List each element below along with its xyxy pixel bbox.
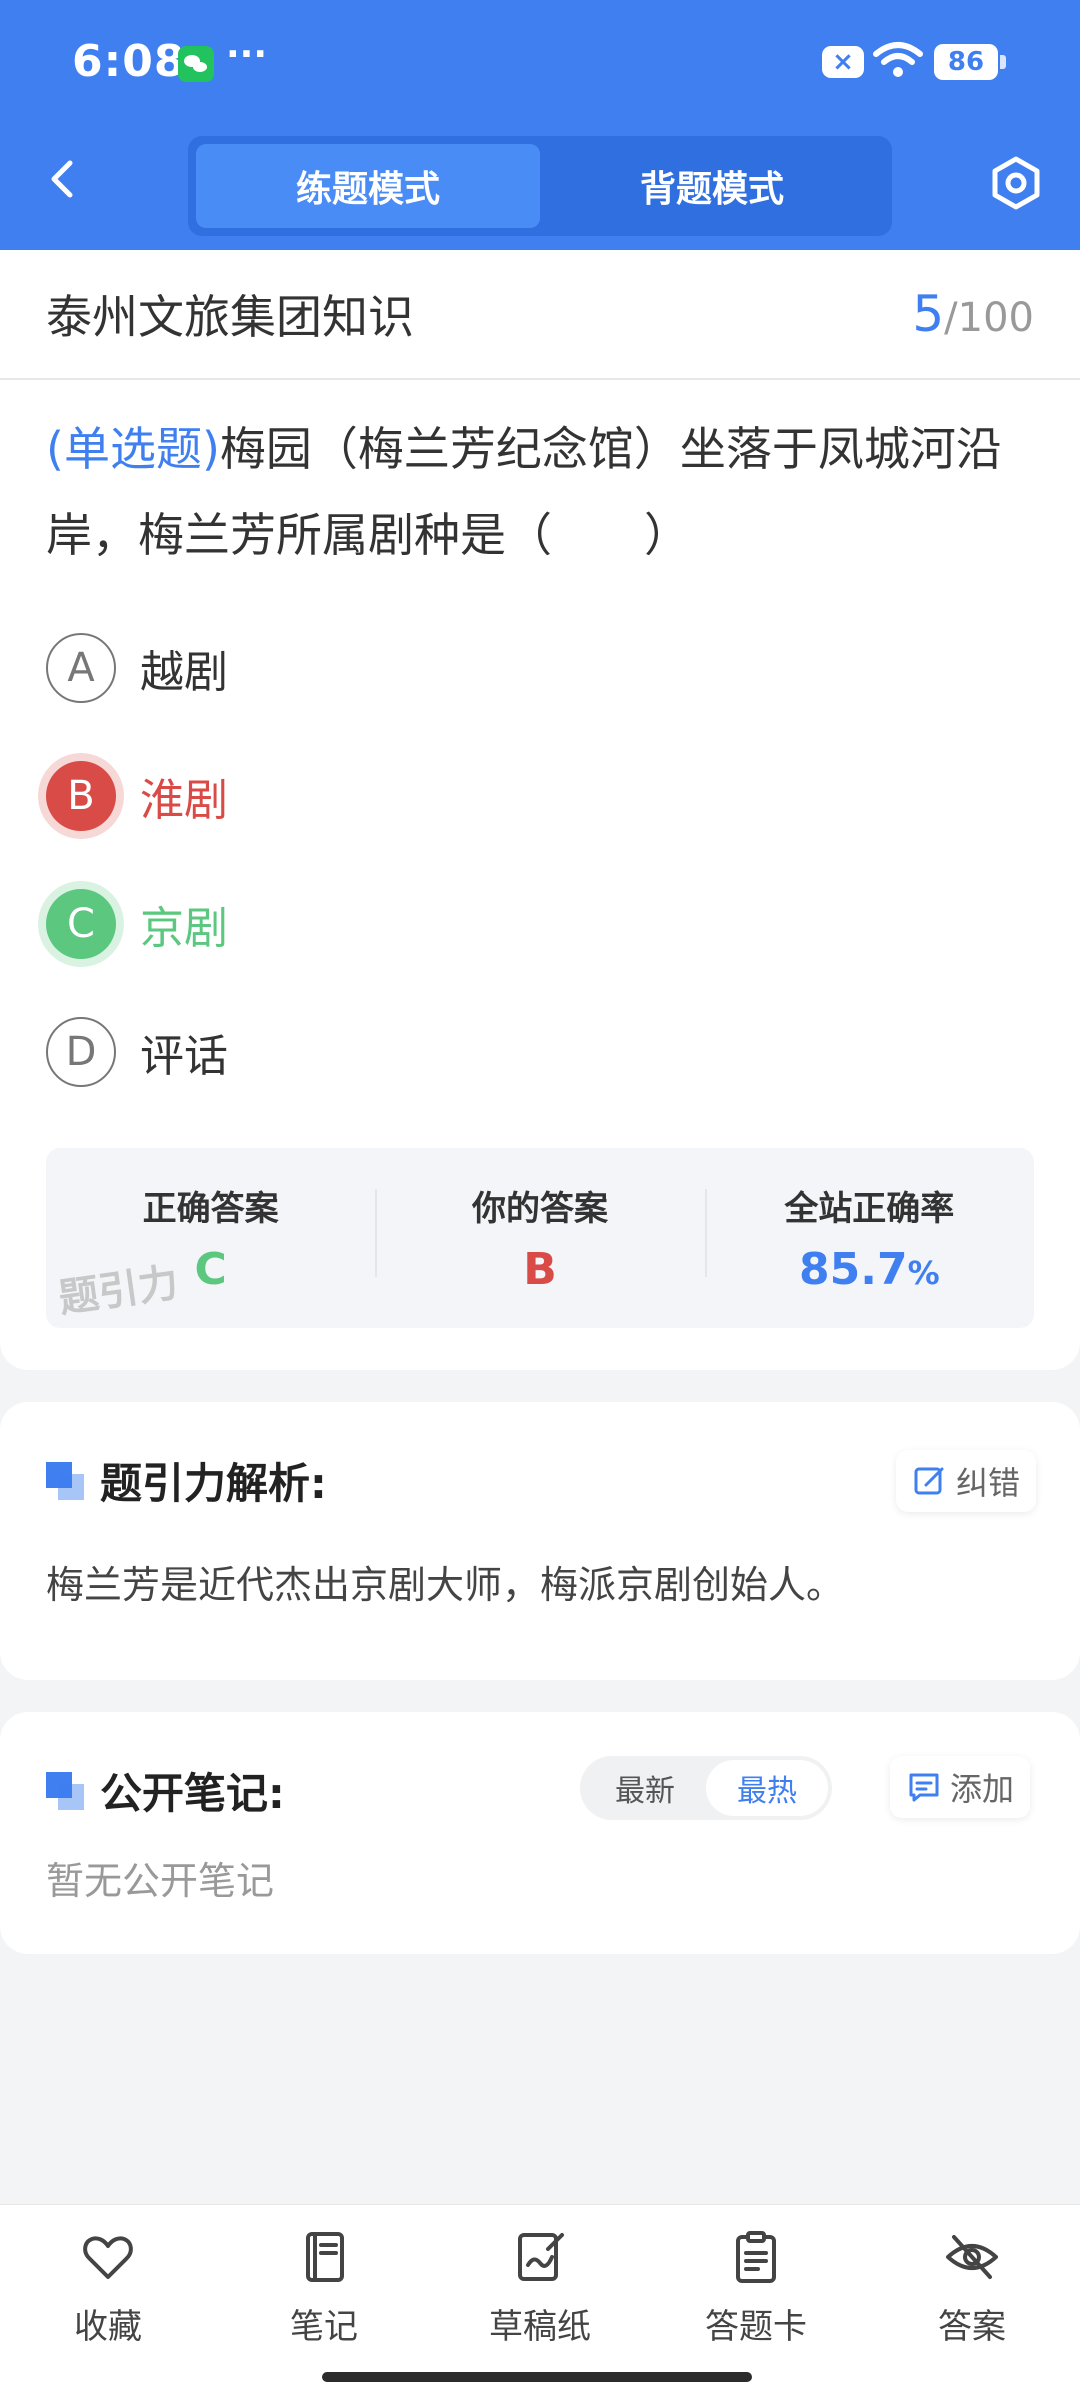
progress-current: 5: [912, 285, 945, 343]
notes-empty-text: 暂无公开笔记: [46, 1859, 275, 1903]
option-text: 越剧: [140, 647, 228, 698]
wechat-notification-icon: [178, 46, 214, 82]
your-answer-value: B: [523, 1244, 557, 1295]
comment-icon: [909, 1773, 939, 1802]
progress-separator: /: [944, 295, 958, 341]
tab-memorize-mode[interactable]: 背题模式: [540, 144, 884, 228]
analysis-card: 题引力解析: 纠错 梅兰芳是近代杰出京剧大师，梅派京剧创始人。: [0, 1402, 1080, 1680]
notes-title: 公开笔记:: [100, 1769, 285, 1818]
status-bar: 6:08 ··· × 86: [0, 0, 1080, 125]
sort-latest-tab[interactable]: 最新: [584, 1760, 706, 1816]
option-text: 京剧: [140, 903, 228, 954]
add-note-button[interactable]: 添加: [890, 1756, 1031, 1818]
nav-label: 收藏: [74, 2307, 142, 2347]
notes-card: 公开笔记: 最新 最热 添加 暂无公开笔记: [0, 1712, 1080, 1954]
section-squares-icon: [46, 1461, 84, 1500]
wifi-icon: [873, 42, 923, 77]
draft-icon: [518, 2233, 564, 2281]
more-notifications-icon: ···: [226, 34, 268, 75]
option-b[interactable]: B 淮剧: [46, 732, 1034, 860]
option-letter: C: [46, 889, 116, 959]
report-error-button[interactable]: 纠错: [896, 1450, 1037, 1512]
question-card: 泰州文旅集团知识 5/100 (单选题)梅园（梅兰芳纪念馆）坐落于凤城河沿岸，梅…: [0, 250, 1080, 1370]
tab-practice-mode[interactable]: 练题模式: [196, 144, 540, 228]
site-accuracy-unit: %: [907, 1254, 940, 1292]
answer-summary-panel: 正确答案 C 你的答案 B 全站正确率 85.7% 题引力: [46, 1148, 1034, 1328]
option-letter: B: [46, 761, 116, 831]
options-list: A 越剧 B 淮剧 C 京剧 D 评话: [0, 578, 1080, 1116]
eye-off-icon: [946, 2235, 998, 2279]
site-accuracy-column: 全站正确率 85.7%: [704, 1181, 1034, 1295]
nav-label: 答题卡: [705, 2307, 807, 2347]
option-text: 淮剧: [140, 775, 228, 826]
question-progress: 5/100: [912, 285, 1034, 343]
option-a[interactable]: A 越剧: [46, 604, 1034, 732]
question-bank-header: 泰州文旅集团知识 5/100: [0, 250, 1080, 380]
correct-answer-label: 正确答案: [142, 1189, 279, 1229]
top-bar: 6:08 ··· × 86 练题模式 背题模式: [0, 0, 1080, 250]
site-accuracy-value: 85.7%: [705, 1244, 1034, 1295]
option-d[interactable]: D 评话: [46, 988, 1034, 1116]
nav-label: 答案: [938, 2307, 1006, 2347]
nav-draft[interactable]: 草稿纸: [432, 2205, 648, 2400]
your-answer-column: 你的答案 B: [375, 1181, 704, 1295]
report-error-label: 纠错: [956, 1464, 1021, 1502]
option-c[interactable]: C 京剧: [46, 860, 1034, 988]
site-accuracy-number: 85.7: [799, 1244, 908, 1295]
nav-notes[interactable]: 笔记: [216, 2205, 432, 2400]
section-squares-icon: [46, 1771, 84, 1810]
analysis-text: 梅兰芳是近代杰出京剧大师，梅派京剧创始人。: [46, 1563, 845, 1607]
settings-icon[interactable]: [988, 155, 1044, 211]
back-arrow-icon[interactable]: [40, 155, 88, 203]
notes-header: 公开笔记:: [46, 1760, 285, 1821]
mode-toggle: 练题模式 背题模式: [188, 136, 892, 236]
notes-sort-toggle: 最新 最热: [580, 1756, 832, 1820]
analysis-header: 题引力解析:: [46, 1450, 327, 1511]
heart-icon: [83, 2236, 133, 2279]
no-sim-icon: ×: [822, 46, 864, 78]
progress-total: 100: [957, 295, 1034, 341]
analysis-title: 题引力解析:: [100, 1459, 327, 1508]
bottom-nav: 收藏 笔记 草稿纸 答题卡 答案: [0, 2204, 1080, 2400]
answer-card-icon: [736, 2231, 776, 2283]
sort-hot-tab[interactable]: 最热: [706, 1760, 828, 1816]
edit-icon: [914, 1467, 944, 1495]
site-accuracy-label: 全站正确率: [784, 1189, 955, 1229]
option-text: 评话: [140, 1031, 228, 1082]
battery-indicator: 86: [934, 44, 1006, 80]
question-type: (单选题): [46, 422, 220, 476]
nav-answer[interactable]: 答案: [864, 2205, 1080, 2400]
add-note-label: 添加: [950, 1770, 1015, 1808]
nav-favorite[interactable]: 收藏: [0, 2205, 216, 2400]
status-time: 6:08: [72, 36, 186, 87]
your-answer-label: 你的答案: [471, 1189, 608, 1229]
nav-answer-card[interactable]: 答题卡: [648, 2205, 864, 2400]
option-letter: A: [46, 633, 116, 703]
question-bank-title: 泰州文旅集团知识: [46, 290, 414, 344]
notebook-icon: [306, 2232, 344, 2282]
nav-label: 笔记: [290, 2307, 358, 2347]
home-indicator[interactable]: [322, 2372, 752, 2382]
nav-label: 草稿纸: [489, 2307, 591, 2347]
option-letter: D: [46, 1017, 116, 1087]
question-text: (单选题)梅园（梅兰芳纪念馆）坐落于凤城河沿岸，梅兰芳所属剧种是（ ）: [0, 380, 1080, 578]
